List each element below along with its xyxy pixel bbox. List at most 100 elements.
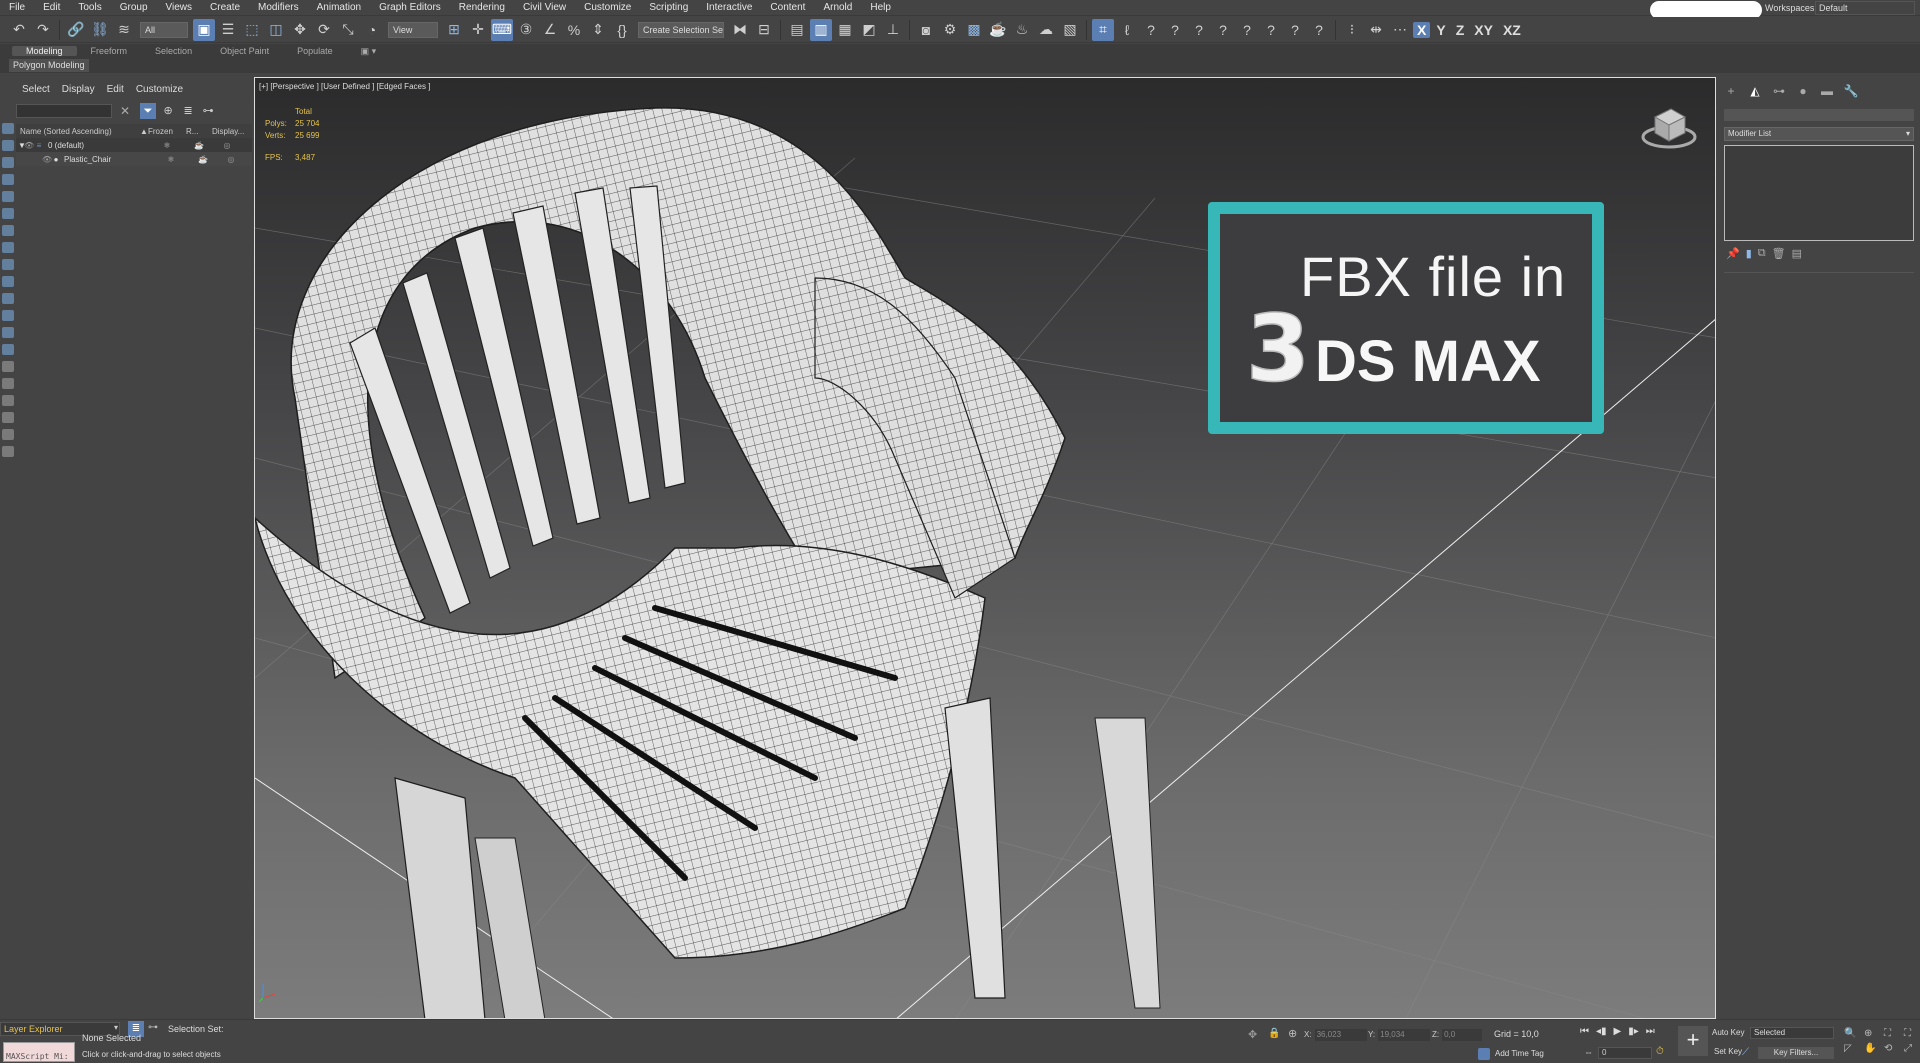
display-groups-icon[interactable]: [2, 259, 14, 270]
display-none-icon[interactable]: [2, 123, 14, 134]
display-all-icon[interactable]: [2, 140, 14, 151]
show-end-result-icon[interactable]: ▮: [1746, 247, 1752, 260]
add-layer-icon[interactable]: ⊕: [160, 103, 176, 119]
modifier-stack[interactable]: [1724, 145, 1914, 241]
redo-icon[interactable]: ↷: [32, 19, 54, 41]
selection-filter-dropdown[interactable]: All: [140, 21, 188, 38]
frozen-icon[interactable]: ❄: [152, 155, 190, 164]
filter-toggle-icon[interactable]: ⏷: [140, 103, 157, 119]
object-name-field[interactable]: [1724, 109, 1914, 121]
axis-y-button[interactable]: Y: [1432, 22, 1449, 38]
column-name[interactable]: Name (Sorted Ascending): [16, 127, 140, 136]
explorer-menu-customize[interactable]: Customize: [130, 82, 189, 98]
display-tab-icon[interactable]: ▬: [1818, 83, 1836, 99]
constraint-tool-7-icon[interactable]: ?: [1284, 19, 1306, 41]
orbit-icon[interactable]: ⟲: [1884, 1043, 1900, 1054]
grid-snap-icon[interactable]: ⁝: [1341, 19, 1363, 41]
display-children-icon[interactable]: [2, 378, 14, 389]
menu-rendering[interactable]: Rendering: [450, 0, 514, 16]
current-frame-field[interactable]: 0: [1598, 1047, 1652, 1059]
display-icon[interactable]: ◎: [216, 155, 246, 164]
explorer-search-input[interactable]: [16, 104, 112, 118]
tab-populate[interactable]: Populate: [283, 46, 347, 56]
menu-edit[interactable]: Edit: [34, 0, 69, 16]
go-to-end-icon[interactable]: ⏭: [1646, 1026, 1655, 1037]
polygon-modeling-panel[interactable]: Polygon Modeling: [9, 59, 89, 72]
display-layers-icon[interactable]: [2, 361, 14, 372]
menu-modifiers[interactable]: Modifiers: [249, 0, 308, 16]
axis-xy-button[interactable]: XY: [1470, 22, 1497, 38]
time-tag-icon[interactable]: [1478, 1048, 1490, 1060]
tab-selection[interactable]: Selection: [141, 46, 206, 56]
time-configuration-icon[interactable]: ⏱: [1656, 1046, 1664, 1057]
render-setup-icon[interactable]: ⚙: [939, 19, 961, 41]
motion-tab-icon[interactable]: ●: [1794, 83, 1812, 99]
link-icon[interactable]: 🔗: [65, 19, 87, 41]
chevron-down-icon[interactable]: ▾: [114, 1023, 118, 1032]
display-containers-icon[interactable]: [2, 310, 14, 321]
constraint-tool-6-icon[interactable]: ?: [1260, 19, 1282, 41]
bind-space-warp-icon[interactable]: ≋: [113, 19, 135, 41]
select-by-name-icon[interactable]: ☰: [217, 19, 239, 41]
display-lights-icon[interactable]: [2, 191, 14, 202]
axis-x-button[interactable]: X: [1413, 21, 1431, 38]
select-manipulate-icon[interactable]: ✛: [467, 19, 489, 41]
set-keys-button[interactable]: +: [1678, 1026, 1708, 1056]
workspaces-dropdown[interactable]: Default: [1815, 1, 1915, 15]
create-tab-icon[interactable]: +: [1722, 83, 1740, 99]
select-scale-icon[interactable]: ⤡: [337, 19, 359, 41]
display-spacewarps-icon[interactable]: [2, 242, 14, 253]
viewport-label[interactable]: [+] [Perspective ] [User Defined ] [Edge…: [259, 82, 430, 91]
key-selection-dropdown[interactable]: Selected: [1750, 1027, 1834, 1039]
menu-animation[interactable]: Animation: [308, 0, 370, 16]
zoom-extents-all-icon[interactable]: ⛶: [1904, 1028, 1920, 1039]
named-selection-set-dropdown[interactable]: Create Selection Se: [638, 21, 724, 38]
explorer-menu-display[interactable]: Display: [56, 82, 101, 98]
snaps-toggle-icon[interactable]: ③: [515, 19, 537, 41]
display-bones-icon[interactable]: [2, 293, 14, 304]
coord-x-field[interactable]: 36,023: [1314, 1029, 1367, 1041]
constraint-tool-2-icon[interactable]: ?: [1164, 19, 1186, 41]
column-renderable[interactable]: R...: [186, 127, 212, 136]
column-frozen[interactable]: Frozen: [148, 127, 186, 136]
display-frozen-icon[interactable]: [2, 327, 14, 338]
display-hidden-icon[interactable]: [2, 344, 14, 355]
auto-key-button[interactable]: Auto Key: [1712, 1028, 1744, 1037]
menu-create[interactable]: Create: [201, 0, 249, 16]
menu-views[interactable]: Views: [157, 0, 202, 16]
zoom-all-icon[interactable]: ⊕: [1864, 1028, 1880, 1039]
menu-group[interactable]: Group: [111, 0, 157, 16]
constraint-tool-8-icon[interactable]: ?: [1308, 19, 1330, 41]
keyboard-shortcut-override-icon[interactable]: ⌨: [491, 18, 513, 41]
coord-y-field[interactable]: 19,034: [1378, 1029, 1431, 1041]
renderable-icon[interactable]: ☕: [190, 155, 216, 164]
placement-icon[interactable]: ◔: [361, 19, 383, 41]
constraint-tool-3-icon[interactable]: ?: [1188, 19, 1210, 41]
menu-tools[interactable]: Tools: [69, 0, 110, 16]
visibility-eye-icon[interactable]: 👁: [24, 141, 34, 150]
zoom-icon[interactable]: 🔍: [1844, 1028, 1860, 1039]
undo-icon[interactable]: ↶: [8, 19, 30, 41]
funnel-icon[interactable]: [2, 429, 14, 440]
modifier-list-dropdown[interactable]: Modifier List ▾: [1724, 127, 1914, 141]
display-geometry-icon[interactable]: [2, 157, 14, 168]
explorer-menu-edit[interactable]: Edit: [101, 82, 130, 98]
go-to-start-icon[interactable]: ⏮: [1580, 1026, 1589, 1037]
set-key-button[interactable]: Set Key: [1714, 1047, 1742, 1056]
schematic-view-icon[interactable]: ⊥: [882, 19, 904, 41]
rendered-frame-window-icon[interactable]: ▩: [963, 19, 985, 41]
menu-civil-view[interactable]: Civil View: [514, 0, 575, 16]
menu-arnold[interactable]: Arnold: [814, 0, 861, 16]
explorer-menu-select[interactable]: Select: [16, 82, 56, 98]
display-references-icon[interactable]: [2, 395, 14, 406]
display-xrefs-icon[interactable]: [2, 276, 14, 287]
menu-help[interactable]: Help: [861, 0, 900, 16]
coord-z-field[interactable]: 0,0: [1442, 1029, 1483, 1041]
axis-xz-button[interactable]: XZ: [1499, 22, 1525, 38]
time-slider-icon[interactable]: ⇔: [1584, 1047, 1593, 1057]
edit-named-selection-icon[interactable]: {}: [611, 19, 633, 41]
display-cameras-icon[interactable]: [2, 208, 14, 219]
field-of-view-icon[interactable]: ◸: [1844, 1043, 1860, 1054]
render-activeshade-icon[interactable]: ▧: [1059, 19, 1081, 41]
frozen-icon[interactable]: ❄: [148, 141, 186, 150]
